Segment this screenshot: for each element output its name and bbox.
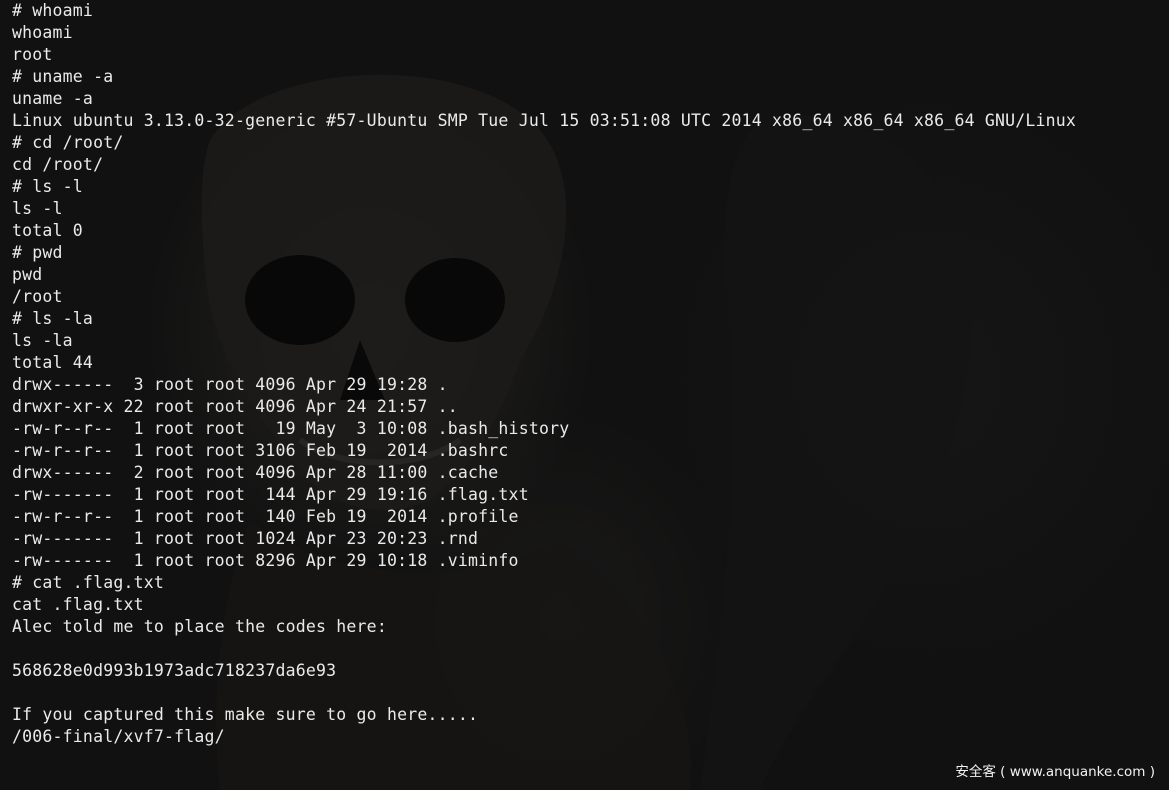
terminal-line: # cat .flag.txt xyxy=(12,573,165,592)
terminal-line: drwxr-xr-x 22 root root 4096 Apr 24 21:5… xyxy=(12,397,458,416)
terminal-line: Linux ubuntu 3.13.0-32-generic #57-Ubunt… xyxy=(12,111,1077,130)
terminal-line: 568628e0d993b1973adc718237da6e93 xyxy=(12,661,337,680)
terminal-line: /root xyxy=(12,287,63,306)
terminal-window[interactable]: # whoami whoami root # uname -a uname -a… xyxy=(0,0,1169,790)
terminal-line: drwx------ 3 root root 4096 Apr 29 19:28… xyxy=(12,375,448,394)
terminal-line: Alec told me to place the codes here: xyxy=(12,617,387,636)
terminal-line: If you captured this make sure to go her… xyxy=(12,705,479,724)
terminal-line: # uname -a xyxy=(12,67,114,86)
terminal-line: cat .flag.txt xyxy=(12,595,144,614)
terminal-line: # cd /root/ xyxy=(12,133,124,152)
terminal-line: -rw------- 1 root root 1024 Apr 23 20:23… xyxy=(12,529,479,548)
terminal-line: root xyxy=(12,45,53,64)
terminal-line: -rw------- 1 root root 144 Apr 29 19:16 … xyxy=(12,485,529,504)
terminal-line: whoami xyxy=(12,23,73,42)
terminal-line: -rw-r--r-- 1 root root 3106 Feb 19 2014 … xyxy=(12,441,509,460)
terminal-line: # ls -l xyxy=(12,177,83,196)
terminal-line: total 44 xyxy=(12,353,94,372)
terminal-line: /006-final/xvf7-flag/ xyxy=(12,727,225,746)
terminal-line: # whoami xyxy=(12,1,94,20)
terminal-line: total 0 xyxy=(12,221,83,240)
terminal-line: # pwd xyxy=(12,243,63,262)
watermark: 安全客 ( www.anquanke.com ) xyxy=(955,764,1155,780)
terminal-line: uname -a xyxy=(12,89,94,108)
terminal-output: # whoami whoami root # uname -a uname -a… xyxy=(12,0,1076,748)
terminal-line: cd /root/ xyxy=(12,155,104,174)
command-prompt[interactable]: # xyxy=(12,770,80,790)
terminal-line: -rw-r--r-- 1 root root 140 Feb 19 2014 .… xyxy=(12,507,519,526)
terminal-line: ls -l xyxy=(12,199,63,218)
terminal-line: -rw-r--r-- 1 root root 19 May 3 10:08 .b… xyxy=(12,419,570,438)
terminal-line: # ls -la xyxy=(12,309,94,328)
terminal-line: ls -la xyxy=(12,331,73,350)
terminal-line: pwd xyxy=(12,265,43,284)
terminal-line: drwx------ 2 root root 4096 Apr 28 11:00… xyxy=(12,463,499,482)
terminal-line: -rw------- 1 root root 8296 Apr 29 10:18… xyxy=(12,551,519,570)
